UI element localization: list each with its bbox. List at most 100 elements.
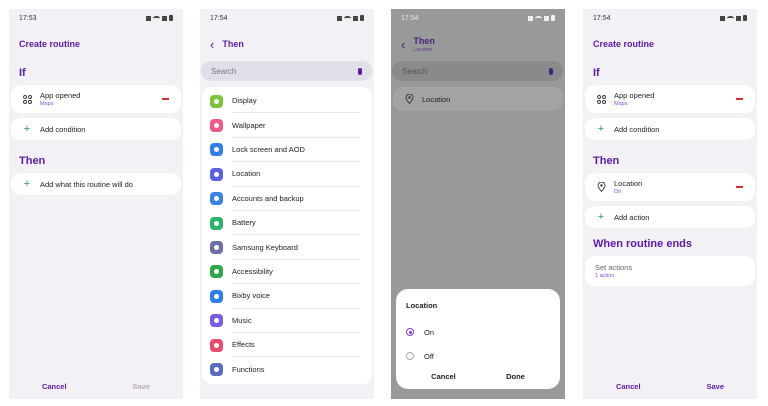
category-list: Display Wallpaper Lock screen and AOD Locat… [202, 87, 372, 384]
screen-then-categories: 17:54 ‹ Then Search Display Wallpaper Lock… [200, 9, 374, 399]
wifi-icon [535, 15, 542, 21]
condition-app-opened[interactable]: App opened Maps [11, 85, 181, 113]
accessibility-icon [210, 265, 223, 279]
category-item[interactable]: Bixby voice [202, 284, 372, 309]
category-item[interactable]: Display [202, 89, 372, 114]
status-icons [337, 15, 364, 21]
search-input[interactable]: Search [211, 67, 358, 76]
dialog-done-button[interactable]: Done [506, 372, 525, 381]
category-label: Location [232, 162, 360, 187]
screen-location-dialog: 17:54 ‹ Then Location Search Location Lo… [391, 9, 565, 399]
category-item[interactable]: Samsung Keyboard [202, 235, 372, 260]
location-icon [210, 167, 223, 181]
apps-grid-icon [21, 93, 33, 105]
option-off-label: Off [424, 351, 434, 361]
location-label: Location [422, 94, 451, 104]
then-heading: Then [19, 155, 46, 167]
add-condition-label: Add condition [614, 124, 660, 134]
header: ‹ Then [200, 27, 374, 61]
back-icon[interactable]: ‹ [210, 38, 214, 51]
add-action-button[interactable]: + Add what this routine will do [11, 173, 181, 195]
page-title: Create routine [19, 39, 81, 49]
music-icon [210, 314, 223, 328]
category-item[interactable]: Functions [202, 357, 372, 381]
then-heading: Then [593, 155, 620, 167]
status-time: 17:54 [593, 14, 611, 22]
category-label: Wallpaper [232, 113, 360, 138]
category-label: Samsung Keyboard [232, 235, 360, 260]
microphone-icon[interactable] [549, 67, 553, 75]
search-bar[interactable]: Search [201, 61, 372, 81]
plus-icon: + [597, 210, 605, 223]
action-location[interactable]: Location On [585, 173, 755, 201]
condition-detail: Maps [614, 101, 628, 107]
keyboard-icon [210, 241, 223, 255]
search-bar[interactable]: Search [392, 61, 563, 81]
page-title: Then [413, 35, 435, 46]
category-item[interactable]: Lock screen and AOD [202, 138, 372, 163]
lock-icon [210, 143, 223, 157]
plus-icon: + [597, 122, 605, 135]
condition-detail: Maps [40, 101, 54, 107]
add-action-label: Add what this routine will do [40, 179, 133, 189]
category-item[interactable]: Accessibility [202, 260, 372, 285]
wifi-icon [153, 15, 160, 21]
add-condition-button[interactable]: + Add condition [11, 118, 181, 140]
if-heading: If [19, 67, 26, 79]
back-icon[interactable]: ‹ [401, 38, 405, 51]
status-time: 17:54 [210, 14, 228, 22]
add-condition-button[interactable]: + Add condition [585, 118, 755, 140]
option-on-label: On [424, 327, 435, 337]
cancel-button[interactable]: Cancel [42, 382, 67, 391]
option-off[interactable]: Off [406, 344, 550, 368]
condition-app-opened[interactable]: App opened Maps [585, 85, 755, 113]
page-title: Then [222, 39, 244, 49]
gear-icon [210, 362, 223, 376]
category-label: Lock screen and AOD [232, 138, 360, 163]
category-item[interactable]: Effects [202, 333, 372, 358]
category-label: Functions [232, 364, 265, 374]
battery-icon [360, 15, 364, 21]
battery-icon [169, 15, 173, 21]
battery-icon [743, 15, 747, 21]
set-actions-card[interactable]: Set actions 1 action [585, 256, 755, 286]
dialog-buttons: Cancel Done [406, 372, 550, 381]
battery-icon [551, 15, 555, 21]
search-input[interactable]: Search [402, 67, 549, 76]
wallpaper-icon [210, 119, 223, 133]
location-dialog: Location On Off Cancel Done [396, 289, 560, 389]
remove-action-icon[interactable] [736, 186, 743, 188]
status-icons [720, 15, 747, 21]
status-bar: 17:54 [200, 9, 374, 27]
dialog-cancel-button[interactable]: Cancel [431, 372, 456, 381]
action-name: Location [614, 179, 643, 188]
plus-icon: + [23, 122, 31, 135]
plus-icon: + [23, 177, 31, 190]
location-item[interactable]: Location [393, 87, 563, 111]
category-label: Music [232, 309, 360, 333]
screen-create-routine: 17:53 Create routine If App opened Maps … [9, 9, 183, 399]
header: ‹ Then Location [391, 27, 565, 61]
cancel-button[interactable]: Cancel [616, 382, 641, 391]
category-item[interactable]: Battery [202, 211, 372, 236]
effects-icon [210, 338, 223, 352]
remove-condition-icon[interactable] [736, 98, 743, 100]
action-detail: On [614, 189, 622, 195]
category-label: Accessibility [232, 260, 360, 285]
save-button[interactable]: Save [132, 382, 150, 391]
microphone-icon[interactable] [358, 67, 362, 75]
option-on[interactable]: On [406, 320, 550, 344]
category-item[interactable]: Accounts and backup [202, 187, 372, 211]
add-condition-label: Add condition [40, 124, 86, 134]
category-item[interactable]: Music [202, 309, 372, 333]
radio-off[interactable] [406, 352, 414, 360]
category-item[interactable]: Location [202, 162, 372, 187]
battery-icon [210, 216, 223, 230]
add-action-button[interactable]: + Add action [585, 206, 755, 228]
status-icons [146, 15, 173, 21]
radio-on[interactable] [406, 328, 414, 336]
sync-icon [210, 192, 223, 206]
category-item[interactable]: Wallpaper [202, 113, 372, 138]
save-button[interactable]: Save [706, 382, 724, 391]
remove-condition-icon[interactable] [162, 98, 169, 100]
